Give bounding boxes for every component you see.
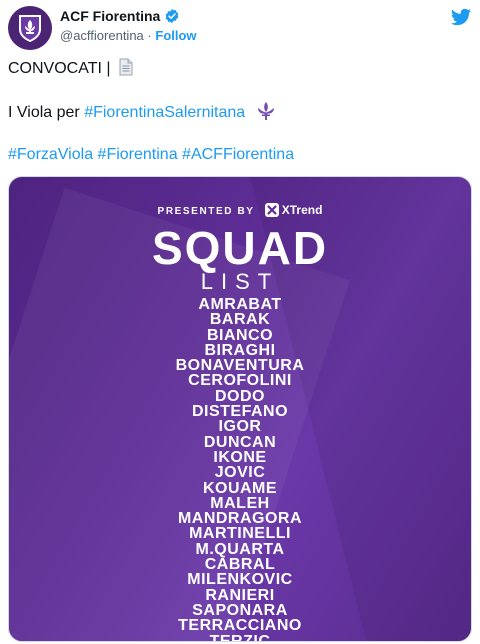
player-name: BARAK bbox=[209, 311, 271, 329]
player-name: AMRABAT bbox=[198, 296, 282, 313]
player-list: AMRABAT BARAK BIANCO BIRAGHI BONAVENTURA… bbox=[9, 296, 471, 642]
player-name: SAPONARA bbox=[192, 601, 288, 619]
viola-per-text: I Viola per bbox=[8, 104, 85, 121]
player-name: KOUAME bbox=[202, 479, 278, 497]
player-name: IKONE bbox=[213, 448, 267, 466]
hashtag-fiorentina-salernitana[interactable]: #FiorentinaSalernitana bbox=[84, 104, 245, 121]
player-name: BONAVENTURA bbox=[175, 357, 305, 375]
presented-by-banner: PRESENTED BY XTrend bbox=[9, 203, 471, 217]
player-name: DODO bbox=[215, 387, 265, 405]
tweet-line-hashtags: #ForzaViola #Fiorentina #ACFFiorentina bbox=[8, 145, 294, 165]
player-name: BIANCO bbox=[206, 326, 274, 344]
player-name: MILENKOVIC bbox=[187, 571, 293, 589]
player-name: TERZIC bbox=[209, 632, 271, 642]
account-handle[interactable]: @acffiorentina bbox=[60, 28, 144, 43]
avatar[interactable] bbox=[8, 6, 52, 50]
xtrend-logo-icon bbox=[264, 203, 279, 217]
player-name: DISTEFANO bbox=[191, 403, 289, 421]
player-name: CEROFOLINI bbox=[188, 372, 292, 390]
player-name: CABRAL bbox=[204, 556, 276, 574]
player-name: MALEH bbox=[210, 494, 270, 512]
presented-by-text: PRESENTED BY bbox=[157, 206, 255, 217]
verified-badge-icon bbox=[166, 9, 179, 23]
hashtag-acf-fiorentina[interactable]: #ACFFiorentina bbox=[182, 146, 294, 163]
player-name: JOVIC bbox=[214, 464, 266, 482]
document-icon bbox=[119, 58, 133, 76]
separator-dot: · bbox=[147, 28, 152, 43]
squad-title: SQUAD bbox=[151, 222, 329, 274]
player-name: DUNCAN bbox=[203, 433, 277, 451]
player-name: IGOR bbox=[218, 418, 262, 436]
follow-button[interactable]: Follow bbox=[155, 28, 196, 43]
hashtag-forza-viola[interactable]: #ForzaViola bbox=[8, 146, 93, 163]
tweet-line-match: I Viola per #FiorentinaSalernitana bbox=[8, 101, 276, 123]
player-name: RANIERI bbox=[205, 586, 275, 604]
player-name: M.QUARTA bbox=[195, 540, 285, 558]
hashtag-fiorentina[interactable]: #Fiorentina bbox=[98, 146, 178, 163]
sponsor-name: XTrend bbox=[281, 203, 323, 217]
tweet-line-convocati: CONVOCATI | bbox=[8, 58, 134, 79]
fleur-de-lis-icon bbox=[257, 102, 274, 120]
list-subtitle: LIST bbox=[200, 269, 280, 294]
display-name[interactable]: ACF Fiorentina bbox=[60, 8, 160, 24]
fiorentina-logo-icon bbox=[19, 15, 41, 42]
player-name: MARTINELLI bbox=[189, 525, 291, 543]
convocati-text: CONVOCATI | bbox=[8, 60, 111, 77]
tweet-header: ACF Fiorentina @acffiorentina · Follow bbox=[8, 6, 472, 50]
player-name: BIRAGHI bbox=[204, 341, 276, 359]
twitter-bird-icon[interactable] bbox=[450, 6, 472, 28]
player-name: TERRACCIANO bbox=[178, 617, 302, 635]
player-name: MANDRAGORA bbox=[177, 510, 303, 528]
squad-list-image[interactable]: PRESENTED BY XTrend SQUAD LIST AMRABAT B… bbox=[8, 176, 472, 642]
